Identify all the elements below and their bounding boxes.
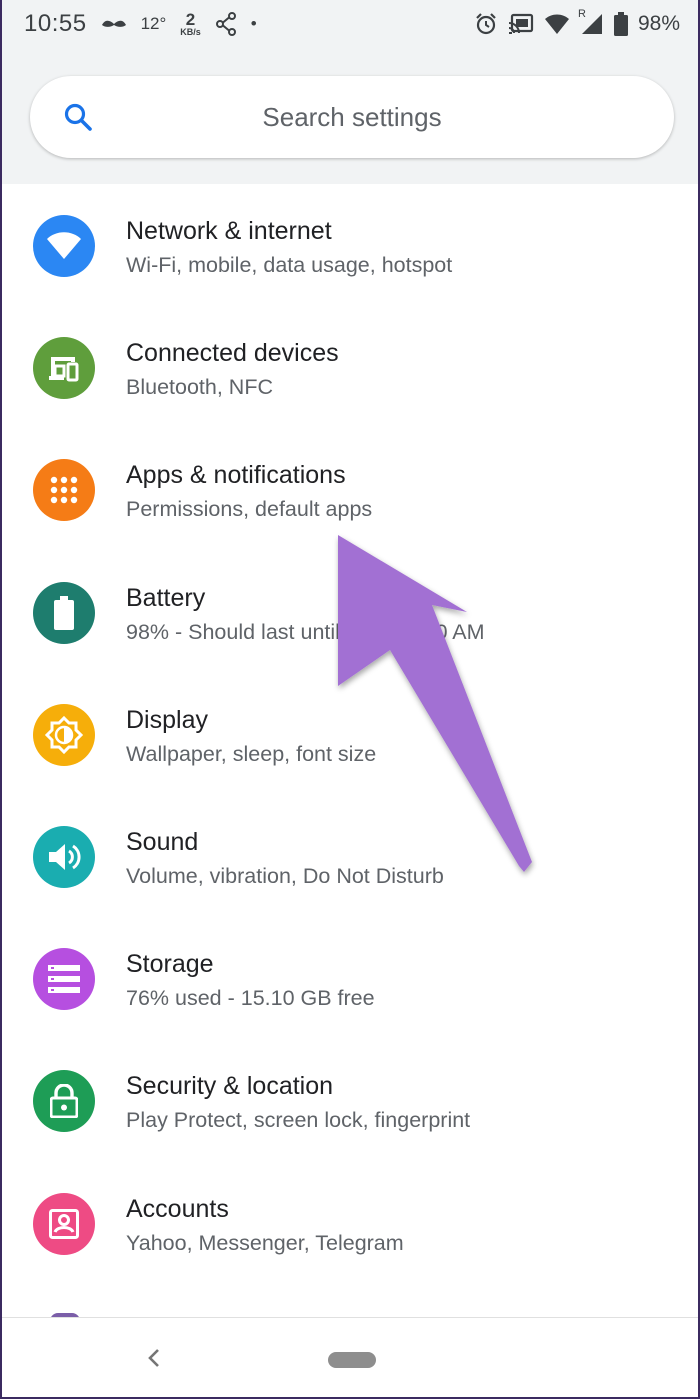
wifi-icon: [544, 13, 570, 35]
settings-item-title: Sound: [126, 827, 199, 856]
settings-item-network[interactable]: Network & internet Wi-Fi, mobile, data u…: [2, 184, 698, 306]
brightness-icon: [33, 703, 95, 766]
signal-icon: R: [578, 8, 604, 36]
settings-item-subtitle: Play Protect, screen lock, fingerprint: [126, 1108, 471, 1133]
alarm-icon: [474, 12, 498, 36]
apps-grid-icon: [33, 459, 95, 522]
settings-item-subtitle: 76% used - 15.10 GB free: [126, 986, 375, 1011]
settings-item-subtitle: Yahoo, Messenger, Telegram: [126, 1230, 404, 1255]
settings-item-title: Connected devices: [126, 339, 339, 368]
settings-item-title: Network & internet: [126, 217, 332, 245]
status-temperature: 12°: [140, 14, 167, 33]
settings-item-title: Apps & notifications: [126, 461, 346, 490]
status-bar: 10:55 12° 2 KB/s • R 98%: [2, 0, 698, 48]
settings-item-display[interactable]: Display Wallpaper, sleep, font size: [2, 673, 698, 795]
mustache-icon: [101, 18, 127, 30]
settings-item-title: Security & location: [126, 1072, 334, 1101]
battery-icon: [613, 12, 628, 36]
wifi-icon: [33, 215, 95, 277]
status-net-speed: 2 KB/s: [180, 11, 201, 37]
settings-item-title: Storage: [126, 950, 214, 979]
search-icon: [62, 101, 94, 138]
lock-icon: [33, 1070, 95, 1133]
settings-item-sound[interactable]: Sound Volume, vibration, Do Not Disturb: [2, 795, 698, 917]
status-dot: •: [250, 14, 257, 33]
status-battery-percent: 98%: [637, 12, 680, 35]
devices-icon: [33, 337, 95, 400]
settings-item-apps-notifications[interactable]: Apps & notifications Permissions, defaul…: [2, 428, 698, 550]
signal-roaming-label: R: [577, 8, 586, 20]
settings-item-subtitle: Volume, vibration, Do Not Disturb: [126, 863, 444, 888]
net-speed-value: 2: [185, 10, 196, 29]
settings-item-subtitle: Wi-Fi, mobile, data usage, hotspot: [126, 253, 453, 277]
settings-item-battery[interactable]: Battery 98% - Should last until about 3:…: [2, 551, 698, 673]
account-icon: [33, 1192, 95, 1255]
phone-screen: 10:55 12° 2 KB/s • R 98% Search settings…: [0, 0, 700, 1399]
settings-item-title: Accounts: [126, 1194, 229, 1223]
storage-icon: [33, 948, 95, 1011]
net-speed-unit: KB/s: [180, 27, 201, 37]
battery-icon: [33, 581, 95, 644]
settings-item-storage[interactable]: Storage 76% used - 15.10 GB free: [2, 917, 698, 1039]
settings-list: Network & internet Wi-Fi, mobile, data u…: [2, 184, 698, 1284]
status-time: 10:55: [24, 10, 87, 37]
settings-item-subtitle: 98% - Should last until about 3:00 AM: [126, 619, 485, 644]
share-icon: [215, 12, 237, 36]
search-input[interactable]: Search settings: [30, 76, 674, 158]
settings-item-title: Battery: [126, 583, 206, 612]
navigation-bar: [2, 1317, 698, 1397]
settings-item-subtitle: Bluetooth, NFC: [126, 375, 273, 400]
volume-icon: [33, 825, 95, 888]
home-button[interactable]: [328, 1352, 376, 1368]
search-header: Search settings: [2, 48, 698, 184]
back-button[interactable]: [144, 1344, 164, 1377]
search-placeholder: Search settings: [262, 101, 442, 132]
settings-item-accounts[interactable]: Accounts Yahoo, Messenger, Telegram: [2, 1162, 698, 1284]
settings-item-title: Display: [126, 705, 208, 734]
settings-item-security-location[interactable]: Security & location Play Protect, screen…: [2, 1039, 698, 1161]
settings-item-subtitle: Wallpaper, sleep, font size: [126, 741, 377, 766]
settings-item-subtitle: Permissions, default apps: [126, 497, 373, 522]
settings-item-connected-devices[interactable]: Connected devices Bluetooth, NFC: [2, 306, 698, 428]
cast-icon: [508, 13, 534, 35]
